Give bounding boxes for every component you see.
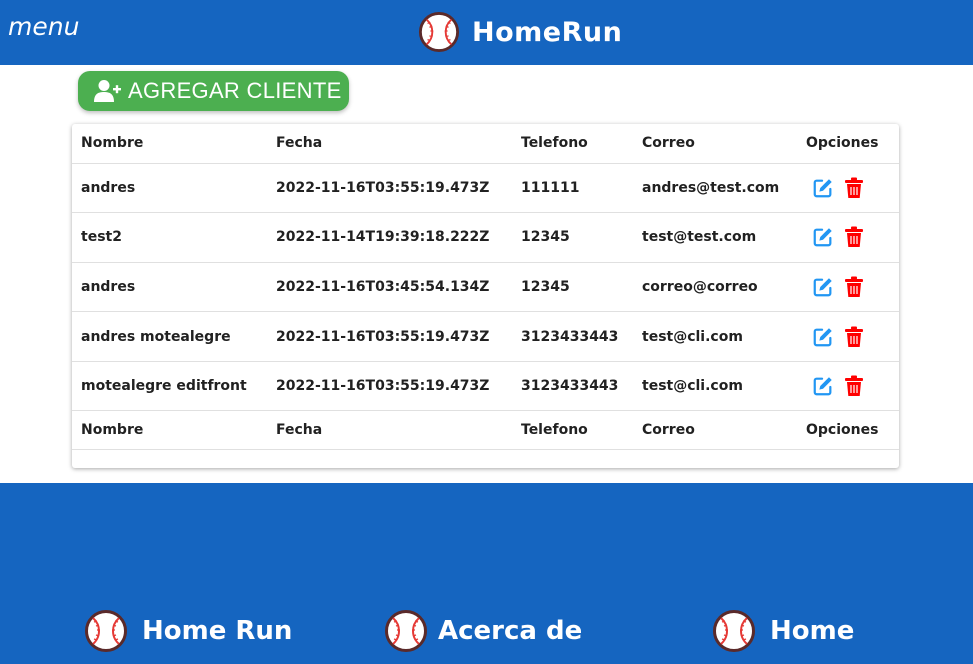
- table-row: test2 2022-11-14T19:39:18.222Z 12345 tes…: [72, 212, 899, 263]
- cell-opciones: [797, 361, 899, 412]
- cell-correo: test@cli.com: [633, 311, 797, 362]
- footer-link-label: Home Run: [142, 616, 293, 646]
- edit-icon[interactable]: [812, 276, 834, 298]
- column-footer-nombre: Nombre: [72, 410, 267, 451]
- column-header-correo[interactable]: Correo: [633, 124, 797, 164]
- footer-link-home[interactable]: Home: [712, 610, 854, 652]
- add-client-label: AGREGAR CLIENTE: [128, 78, 342, 103]
- cell-opciones: [797, 163, 899, 214]
- cell-fecha: 2022-11-16T03:55:19.473Z: [267, 361, 512, 412]
- cell-nombre: motealegre editfront: [72, 361, 267, 412]
- table-header-row: Nombre Fecha Telefono Correo Opciones: [72, 124, 899, 164]
- cell-correo: test@test.com: [633, 212, 797, 263]
- clients-table: Nombre Fecha Telefono Correo Opciones an…: [72, 124, 899, 467]
- cell-fecha: 2022-11-16T03:55:19.473Z: [267, 163, 512, 214]
- baseball-icon: [418, 11, 460, 53]
- cell-correo: correo@correo: [633, 262, 797, 313]
- cell-opciones: [797, 212, 899, 263]
- baseball-icon: [84, 609, 128, 653]
- cell-opciones: [797, 262, 899, 313]
- trash-icon[interactable]: [844, 326, 864, 348]
- cell-nombre: andres: [72, 163, 267, 214]
- column-footer-telefono: Telefono: [512, 410, 633, 451]
- cell-correo: andres@test.com: [633, 163, 797, 214]
- column-header-nombre[interactable]: Nombre: [72, 124, 267, 164]
- column-footer-correo: Correo: [633, 410, 797, 451]
- column-footer-opciones: Opciones: [797, 410, 899, 451]
- table-pagination-row: [72, 450, 899, 467]
- edit-icon[interactable]: [812, 326, 834, 348]
- footer-link-homerun[interactable]: Home Run: [84, 610, 292, 652]
- cell-telefono: 111111: [512, 163, 633, 214]
- cell-telefono: 3123433443: [512, 311, 633, 362]
- edit-icon[interactable]: [812, 226, 834, 248]
- cell-telefono: 3123433443: [512, 361, 633, 412]
- cell-nombre: andres: [72, 262, 267, 313]
- user-plus-icon: [94, 80, 121, 102]
- edit-icon[interactable]: [812, 177, 834, 199]
- cell-telefono: 12345: [512, 212, 633, 263]
- column-header-fecha[interactable]: Fecha: [267, 124, 512, 164]
- menu-button[interactable]: menu: [8, 12, 79, 41]
- cell-correo: test@cli.com: [633, 361, 797, 412]
- cell-fecha: 2022-11-16T03:45:54.134Z: [267, 262, 512, 313]
- footer-link-about[interactable]: Acerca de: [384, 610, 582, 652]
- brand-title: HomeRun: [472, 16, 623, 48]
- edit-icon[interactable]: [812, 375, 834, 397]
- footer: Home Run Acerca de Home: [0, 483, 973, 664]
- brand-logo[interactable]: HomeRun: [418, 11, 622, 53]
- cell-nombre: test2: [72, 212, 267, 263]
- add-client-button[interactable]: AGREGAR CLIENTE: [78, 71, 349, 111]
- trash-icon[interactable]: [844, 276, 864, 298]
- cell-fecha: 2022-11-14T19:39:18.222Z: [267, 212, 512, 263]
- table-row: andres 2022-11-16T03:55:19.473Z 111111 a…: [72, 163, 899, 214]
- trash-icon[interactable]: [844, 226, 864, 248]
- cell-fecha: 2022-11-16T03:55:19.473Z: [267, 311, 512, 362]
- baseball-icon: [384, 609, 428, 653]
- column-footer-fecha: Fecha: [267, 410, 512, 451]
- clients-table-card: Nombre Fecha Telefono Correo Opciones an…: [72, 124, 899, 468]
- table-row: andres 2022-11-16T03:45:54.134Z 12345 co…: [72, 262, 899, 313]
- baseball-icon: [712, 609, 756, 653]
- cell-telefono: 12345: [512, 262, 633, 313]
- table-row: andres motealegre 2022-11-16T03:55:19.47…: [72, 311, 899, 362]
- footer-link-label: Home: [770, 616, 855, 646]
- column-header-opciones: Opciones: [797, 124, 899, 164]
- trash-icon[interactable]: [844, 375, 864, 397]
- table-row: motealegre editfront 2022-11-16T03:55:19…: [72, 361, 899, 412]
- cell-opciones: [797, 311, 899, 362]
- top-app-bar: menu HomeRun: [0, 0, 973, 65]
- cell-nombre: andres motealegre: [72, 311, 267, 362]
- footer-link-label: Acerca de: [438, 616, 583, 646]
- table-footer-row: Nombre Fecha Telefono Correo Opciones: [72, 410, 899, 451]
- column-header-telefono[interactable]: Telefono: [512, 124, 633, 164]
- trash-icon[interactable]: [844, 177, 864, 199]
